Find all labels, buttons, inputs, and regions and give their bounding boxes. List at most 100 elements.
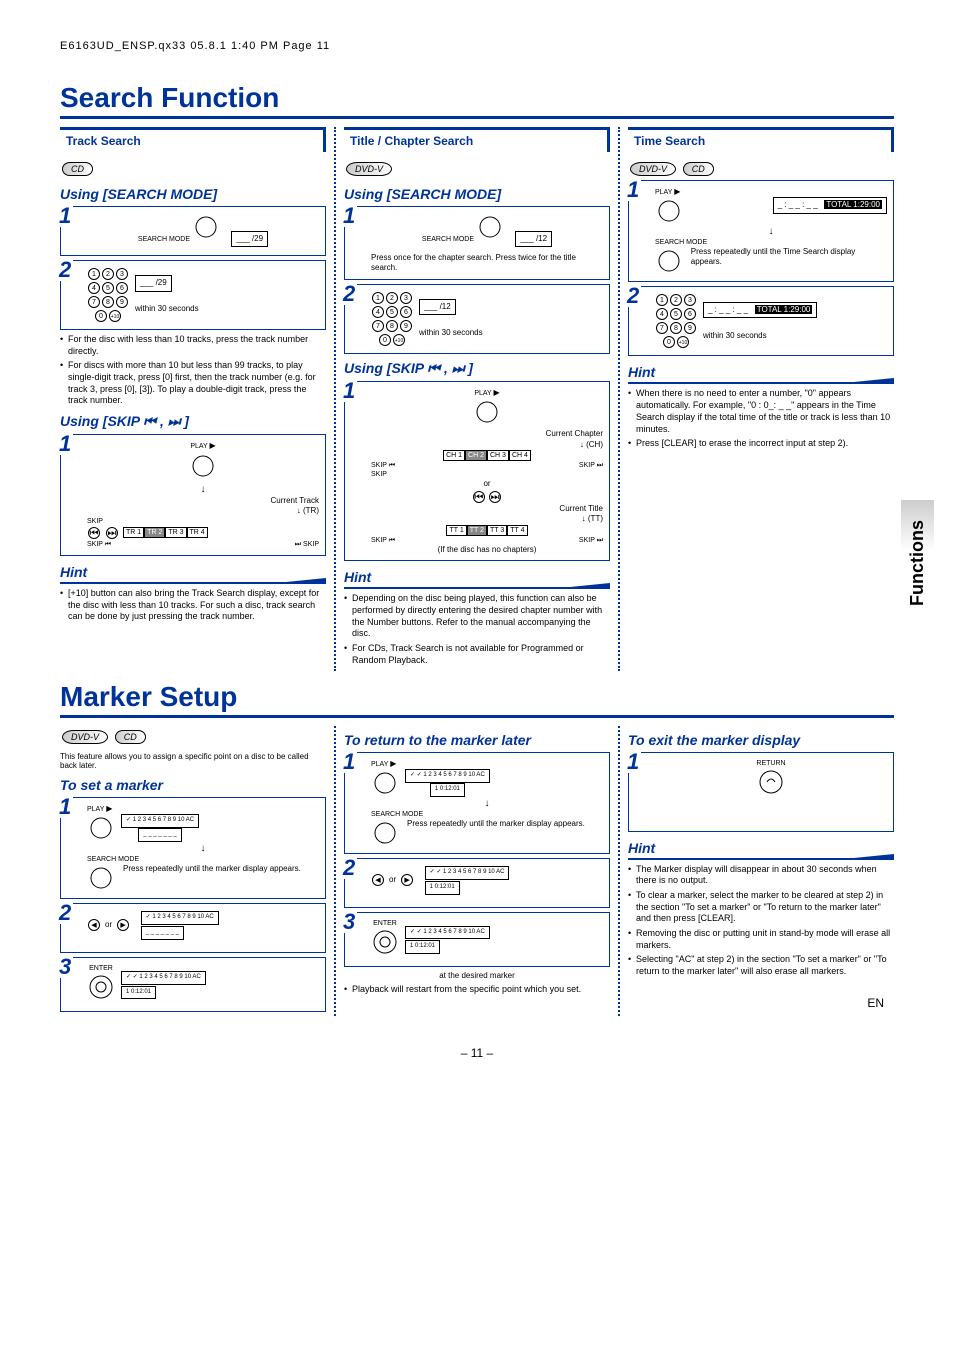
search-mode-label: SEARCH MODE xyxy=(371,810,603,819)
track-step-2: 2 123 456 789 0+10 ___ /29 within 30 sec… xyxy=(60,260,326,330)
number-pad-icon: 123 456 789 0+10 xyxy=(87,267,129,323)
to-return-marker: To return to the marker later xyxy=(344,732,610,748)
list-item: Depending on the disc being played, this… xyxy=(344,593,610,640)
remote-button-icon xyxy=(87,864,115,892)
skip-label: SKIP xyxy=(87,517,319,526)
osd-track-count: ___ /29 xyxy=(135,275,172,291)
tc-using-skip: Using [SKIP ⏮ , ⏭ ] xyxy=(344,360,610,377)
title-chapter-header: Title / Chapter Search xyxy=(344,127,610,152)
list-item: The Marker display will disappear in abo… xyxy=(628,864,894,887)
dvd-badge: DVD-V xyxy=(346,162,392,176)
title-boxes: TT 1TT 2TT 3TT 4 xyxy=(371,525,603,536)
skip-prev-label: SKIP ⏮ xyxy=(87,540,111,549)
osd-chapter-count: ___ /12 xyxy=(419,299,456,315)
track-hint-list: [+10] button can also bring the Track Se… xyxy=(60,588,326,623)
remote-button-icon xyxy=(87,973,115,1001)
remote-button-icon xyxy=(655,197,683,225)
marker-exit-step-1: 1 RETURN xyxy=(628,752,894,832)
section-title-marker: Marker Setup xyxy=(60,681,894,718)
osd-marker-time: 1 0:12:01 xyxy=(121,986,156,1000)
within-30s: within 30 seconds xyxy=(135,304,199,313)
ch-label: (CH) xyxy=(586,440,603,449)
list-item: Selecting "AC" at step 2) in the section… xyxy=(628,954,894,977)
list-item: For CDs, Track Search is not available f… xyxy=(344,643,610,666)
remote-button-icon xyxy=(371,819,399,847)
time-step-2: 2 123 456 789 0+10 _ : _ _ : _ _ TOTAL 1… xyxy=(628,286,894,356)
if-no-chapters: (If the disc has no chapters) xyxy=(371,545,603,555)
hint-header: Hint xyxy=(60,564,326,584)
track-using-skip: Using [SKIP ⏮ , ⏭ ] xyxy=(60,413,326,430)
tc-skip-step-1: 1 PLAY Current Chapter ↓ (CH) CH 1CH 2CH… xyxy=(344,381,610,562)
hint-header: Hint xyxy=(344,569,610,589)
skip-prev-label: SKIP ⏮ xyxy=(371,461,395,470)
skip-next-icon xyxy=(489,491,501,503)
dvd-badge: DVD-V xyxy=(62,730,108,744)
tc-using-search-mode: Using [SEARCH MODE] xyxy=(344,186,610,202)
number-pad-icon: 123 456 789 0+10 xyxy=(655,293,697,349)
marker-return-step-1: 1 PLAY ✓ ✓ 1 2 3 4 5 6 7 8 9 10 AC 1 0:1… xyxy=(344,752,610,854)
number-pad-icon: 123 456 789 0+10 xyxy=(371,291,413,347)
time-search-header: Time Search xyxy=(628,127,894,152)
remote-button-icon xyxy=(655,247,683,275)
marker-return-step-3: 3 ENTER ✓ ✓ 1 2 3 4 5 6 7 8 9 10 AC 1 0:… xyxy=(344,912,610,967)
skip-prev-icon xyxy=(88,527,100,539)
page-number: – 11 – xyxy=(60,1046,894,1060)
dvd-badge: DVD-V xyxy=(630,162,676,176)
skip-next-icon xyxy=(106,527,118,539)
skip-prev-label: SKIP ⏮ xyxy=(371,536,395,545)
time-step-1: 1 PLAY _ : _ _ : _ _ TOTAL 1:29:00 SEARC… xyxy=(628,180,894,282)
step-number: 1 xyxy=(627,751,641,773)
osd-marker-list: ✓ 1 2 3 4 5 6 7 8 9 10 AC xyxy=(141,911,219,925)
current-title-label: Current Title xyxy=(371,504,603,514)
remote-button-icon xyxy=(757,768,785,796)
chapter-boxes: CH 1CH 2CH 3CH 4 xyxy=(371,450,603,461)
remote-button-icon xyxy=(476,213,504,241)
enter-label: ENTER xyxy=(371,919,399,928)
osd-chapter-count: ___ /12 xyxy=(515,231,552,247)
within-30s: within 30 seconds xyxy=(419,328,483,337)
osd-marker-time: 1 0:12:01 xyxy=(425,881,460,895)
or-label: or xyxy=(105,920,112,930)
play-icon xyxy=(106,806,112,813)
step-number: 1 xyxy=(343,380,357,402)
search-mode-label: SEARCH MODE xyxy=(87,855,319,864)
time-hint-list: When there is no need to enter a number,… xyxy=(628,388,894,449)
step-number: 3 xyxy=(59,956,73,978)
enter-label: ENTER xyxy=(87,964,115,973)
tc-step1-note: Press once for the chapter search. Press… xyxy=(371,253,603,272)
osd-marker-list: ✓ 1 2 3 4 5 6 7 8 9 10 AC xyxy=(121,814,199,828)
marker-set-step-3: 3 ENTER ✓ ✓ 1 2 3 4 5 6 7 8 9 10 AC 1 0:… xyxy=(60,957,326,1012)
track-skip-step-1: 1 PLAY Current Track ↓ (TR) SKIP TR 1TR … xyxy=(60,434,326,556)
list-item: To clear a marker, select the marker to … xyxy=(628,890,894,925)
step-number: 2 xyxy=(627,285,641,307)
list-item: Removing the disc or putting unit in sta… xyxy=(628,928,894,951)
arrow-right-icon: ▶ xyxy=(401,874,413,886)
play-icon xyxy=(390,761,396,768)
arrow-right-icon: ▶ xyxy=(117,919,129,931)
remote-button-icon xyxy=(371,769,399,797)
list-item: Press [CLEAR] to erase the incorrect inp… xyxy=(628,438,894,450)
step-number: 3 xyxy=(343,911,357,933)
osd-total-time: _ : _ _ : _ _ TOTAL 1:29:00 xyxy=(773,197,887,213)
osd-marker-time: 1 0:12:01 xyxy=(405,940,440,954)
osd-marker-time: 1 0:12:01 xyxy=(430,783,465,797)
osd-marker-list: ✓ ✓ 1 2 3 4 5 6 7 8 9 10 AC xyxy=(405,926,490,940)
cd-badge: CD xyxy=(62,162,93,176)
step-number: 2 xyxy=(343,857,357,879)
marker-intro: This feature allows you to assign a spec… xyxy=(60,752,326,771)
current-track-label: Current Track xyxy=(87,496,319,506)
track-boxes: TR 1TR 2TR 3TR 4 xyxy=(123,527,208,538)
osd-marker-blank: _ _ _ _ _ _ _ xyxy=(141,926,184,940)
page-language: EN xyxy=(867,996,884,1010)
marker-return-step-2: 2 ◀ or ▶ ✓ ✓ 1 2 3 4 5 6 7 8 9 10 AC 1 0… xyxy=(344,858,610,908)
step-number: 1 xyxy=(343,751,357,773)
step-number: 1 xyxy=(343,205,357,227)
or-label: or xyxy=(371,479,603,489)
print-header: E6163UD_ENSP.qx33 05.8.1 1:40 PM Page 11 xyxy=(60,40,894,52)
within-30s: within 30 seconds xyxy=(703,331,767,340)
osd-track-count: ___ /29 xyxy=(231,231,268,247)
hint-header: Hint xyxy=(628,364,894,384)
time-step1-note: Press repeatedly until the Time Search d… xyxy=(691,247,887,275)
track-notes: For the disc with less than 10 tracks, p… xyxy=(60,334,326,407)
cd-badge: CD xyxy=(115,730,146,744)
